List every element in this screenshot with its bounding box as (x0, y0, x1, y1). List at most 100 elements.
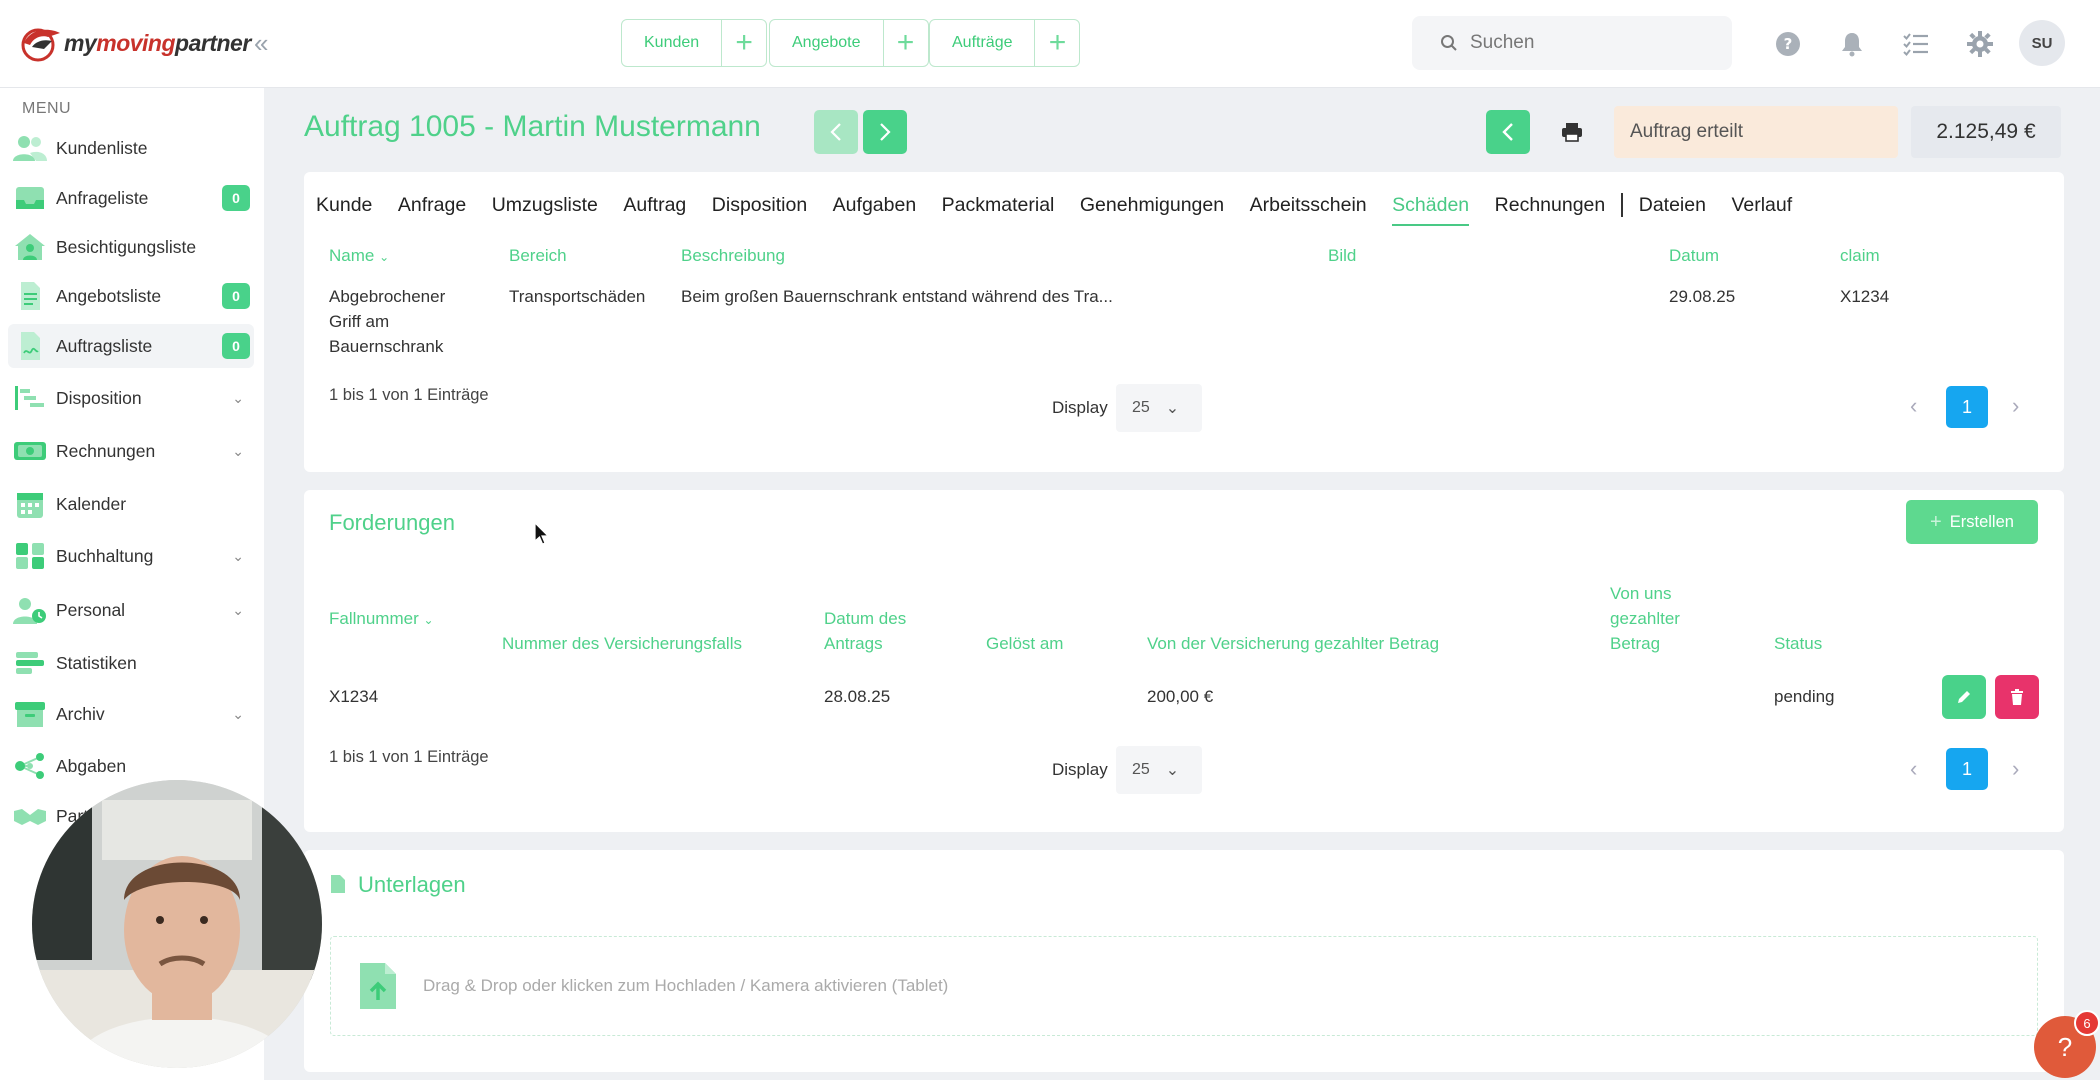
chevron-down-icon: ⌄ (1165, 400, 1180, 417)
pagination-prev-icon[interactable]: ‹ (1910, 393, 1917, 419)
tab-arbeitsschein[interactable]: Arbeitsschein (1250, 172, 1367, 238)
tab-rechnungen[interactable]: Rechnungen (1495, 172, 1606, 238)
user-avatar[interactable]: SU (2019, 20, 2065, 66)
page-size-select[interactable]: 25 ⌄ (1116, 384, 1202, 432)
sidebar-item-kalender[interactable]: Kalender (8, 482, 254, 526)
sidebar-item-abgaben[interactable]: Abgaben (8, 744, 254, 788)
sidebar-item-besichtigungsliste[interactable]: Besichtigungsliste (8, 225, 254, 269)
tab-verlauf[interactable]: Verlauf (1731, 172, 1792, 238)
previous-order-button[interactable] (814, 110, 858, 154)
chevron-left-icon (830, 123, 841, 141)
tab-disposition[interactable]: Disposition (712, 172, 807, 238)
chevron-down-icon: ⌄ (1165, 762, 1180, 779)
sidebar-item-personal[interactable]: Personal ⌄ (8, 588, 254, 632)
sidebar-item-disposition[interactable]: Disposition ⌄ (8, 376, 254, 420)
column-header-bild[interactable]: Bild (1328, 243, 1356, 268)
sidebar-item-buchhaltung[interactable]: Buchhaltung ⌄ (8, 534, 254, 578)
tab-kunde[interactable]: Kunde (316, 172, 372, 238)
quick-orders-link[interactable]: Aufträge (930, 20, 1036, 66)
column-header-versicherungsfall[interactable]: Nummer des Versicherungsfalls (502, 631, 742, 656)
column-header-versicherung-betrag[interactable]: Von der Versicherung gezahlter Betrag (1147, 631, 1439, 656)
add-offer-icon[interactable]: + (884, 20, 928, 66)
claims-title: Forderungen (329, 510, 455, 535)
damage-description: Beim großen Bauernschrank entstand währe… (681, 287, 1113, 306)
tab-schaeden[interactable]: Schäden (1392, 172, 1469, 238)
printer-icon (1562, 123, 1582, 142)
delete-claim-button[interactable] (1995, 675, 2039, 719)
tab-aufgaben[interactable]: Aufgaben (833, 172, 917, 238)
mouse-cursor-icon (534, 521, 550, 551)
sidebar-item-label: Disposition (56, 387, 142, 408)
sidebar-item-label: Kundenliste (56, 137, 148, 158)
sidebar-collapse-icon[interactable]: « (254, 28, 268, 59)
chevron-left-icon (1502, 123, 1513, 141)
archive-box-icon (12, 699, 48, 729)
sidebar-item-anfrageliste[interactable]: Anfrageliste 0 (8, 176, 254, 220)
column-header-bereich[interactable]: Bereich (509, 243, 567, 268)
pagination-prev-icon[interactable]: ‹ (1910, 756, 1917, 782)
column-header-uns-betrag[interactable]: Von uns gezahlter Betrag (1610, 581, 1680, 656)
help-icon[interactable]: ? (1772, 28, 1804, 60)
count-badge: 0 (222, 333, 250, 359)
bell-icon[interactable] (1836, 28, 1868, 60)
sidebar-item-angebotsliste[interactable]: Angebotsliste 0 (8, 274, 254, 318)
top-bar: mymovingpartner « Kunden + Angebote + Au… (0, 0, 2100, 88)
quick-offers-link[interactable]: Angebote (770, 20, 884, 66)
pagination-page-1[interactable]: 1 (1946, 386, 1988, 428)
quick-offers-group: Angebote + (769, 19, 929, 67)
pagination-next-icon[interactable]: › (2012, 756, 2019, 782)
sidebar-item-label: Abgaben (56, 755, 127, 776)
tab-divider (1620, 193, 1623, 217)
bar-chart-icon (12, 648, 48, 678)
tab-genehmigungen[interactable]: Genehmigungen (1080, 172, 1224, 238)
next-order-button[interactable] (863, 110, 907, 154)
brand-logo[interactable]: mymovingpartner (18, 20, 251, 66)
column-header-claim[interactable]: claim (1840, 243, 1880, 268)
column-header-beschreibung[interactable]: Beschreibung (681, 243, 785, 268)
create-claim-button[interactable]: + Erstellen (1906, 500, 2038, 544)
help-chat-button[interactable]: ? 6 (2034, 1010, 2100, 1078)
display-label: Display (1052, 760, 1108, 779)
add-customer-icon[interactable]: + (722, 20, 766, 66)
column-header-name[interactable]: Name ⌄ (329, 243, 389, 270)
upload-dropzone[interactable]: Drag & Drop oder klicken zum Hochladen /… (330, 936, 2038, 1036)
tasks-checklist-icon[interactable] (1900, 28, 1932, 60)
claim-status: pending (1774, 687, 1835, 706)
edit-claim-button[interactable] (1942, 675, 1986, 719)
sidebar-item-archiv[interactable]: Archiv ⌄ (8, 692, 254, 736)
gear-icon[interactable] (1964, 28, 1996, 60)
pagination-next-icon[interactable]: › (2012, 393, 2019, 419)
pencil-icon (1958, 691, 1970, 703)
back-button[interactable] (1486, 110, 1530, 154)
tab-dateien[interactable]: Dateien (1639, 172, 1706, 238)
chevron-down-icon: ⌄ (232, 547, 244, 564)
column-header-datum-des-antrags[interactable]: Datum des Antrags (824, 606, 906, 656)
tab-umzugsliste[interactable]: Umzugsliste (492, 172, 598, 238)
column-header-datum[interactable]: Datum (1669, 243, 1719, 268)
add-order-icon[interactable]: + (1035, 20, 1079, 66)
column-header-fallnummer[interactable]: Fallnummer ⌄ (329, 606, 434, 633)
print-button[interactable] (1550, 110, 1594, 154)
column-header-status[interactable]: Status (1774, 631, 1822, 656)
sidebar-item-statistiken[interactable]: Statistiken (8, 641, 254, 685)
tab-anfrage[interactable]: Anfrage (398, 172, 466, 238)
pagination-info: 1 bis 1 von 1 Einträge (329, 386, 489, 404)
tab-auftrag[interactable]: Auftrag (623, 172, 686, 238)
sidebar-item-label: Auftragsliste (56, 335, 153, 356)
page-size-select[interactable]: 25 ⌄ (1116, 746, 1202, 794)
tab-packmaterial[interactable]: Packmaterial (942, 172, 1055, 238)
quick-customers-link[interactable]: Kunden (622, 20, 723, 66)
sidebar-item-rechnungen[interactable]: Rechnungen ⌄ (8, 429, 254, 473)
count-badge: 0 (222, 185, 250, 211)
search-input[interactable] (1470, 32, 1710, 54)
sidebar-item-auftragsliste[interactable]: Auftragsliste 0 (8, 324, 254, 368)
count-badge: 0 (222, 283, 250, 309)
documents-title: Unterlagen (358, 872, 466, 897)
sidebar-item-label: Anfrageliste (56, 187, 149, 208)
documents-card: Unterlagen Drag & Drop oder klicken zum … (304, 850, 2064, 1072)
staff-clock-icon (12, 595, 48, 625)
gantt-icon (12, 383, 48, 413)
pagination-page-1[interactable]: 1 (1946, 748, 1988, 790)
sidebar-item-kundenliste[interactable]: Kundenliste (8, 126, 254, 170)
column-header-geloest-am[interactable]: Gelöst am (986, 631, 1063, 656)
